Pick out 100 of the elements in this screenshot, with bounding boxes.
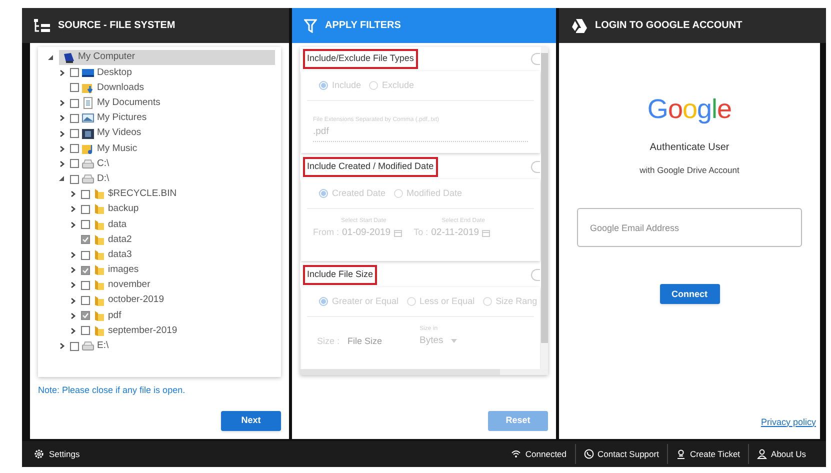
section-title: Include/Exclude File Types — [303, 49, 418, 69]
folder-icon — [93, 279, 105, 292]
auth-subheading: with Google Drive Account — [640, 164, 740, 176]
phone-icon — [584, 449, 594, 459]
tree-item[interactable]: E:\ — [82, 339, 113, 354]
toggle-switch[interactable] — [531, 269, 540, 281]
filter-icon — [304, 18, 317, 32]
checkbox[interactable] — [81, 296, 90, 306]
drive-icon — [82, 173, 94, 186]
checkbox[interactable] — [81, 250, 90, 260]
note-text: Note: Please close if any file is open. — [38, 384, 186, 397]
music-icon — [82, 142, 94, 155]
folder-icon — [93, 234, 105, 246]
video-icon — [82, 128, 94, 140]
tree-item[interactable]: november — [93, 278, 154, 293]
tree-item[interactable]: My Computer — [59, 50, 275, 65]
checkbox[interactable] — [70, 144, 79, 154]
document-icon — [82, 97, 94, 110]
checkbox[interactable] — [81, 190, 90, 199]
checkbox[interactable] — [70, 114, 79, 123]
radio-button[interactable] — [319, 81, 328, 90]
status-item[interactable]: Connected — [503, 444, 575, 464]
radio-button[interactable] — [482, 297, 492, 306]
computer-icon — [63, 52, 75, 64]
toggle-switch[interactable] — [531, 53, 540, 65]
tree-item[interactable]: Desktop — [82, 66, 136, 80]
tree-item[interactable]: My Documents — [82, 96, 164, 110]
auth-heading: Authenticate User — [650, 140, 730, 154]
radio-button[interactable] — [394, 189, 403, 198]
tree-item[interactable]: data3 — [93, 248, 136, 262]
section-title: Include Created / Modified Date — [303, 157, 438, 177]
wifi-icon — [511, 450, 522, 458]
horizontal-scrollbar[interactable] — [300, 369, 548, 375]
checkbox[interactable] — [70, 83, 79, 92]
radio-button[interactable] — [406, 297, 416, 306]
checkbox[interactable] — [81, 235, 90, 244]
panel-title: LOGIN TO GOOGLE ACCOUNT — [595, 19, 742, 33]
checkbox[interactable] — [81, 204, 90, 214]
tree-item[interactable]: D:\ — [82, 172, 114, 186]
checkbox[interactable] — [81, 266, 90, 275]
next-button[interactable]: Next — [221, 411, 281, 431]
privacy-policy-link[interactable]: Privacy policy — [760, 416, 816, 429]
folder-icon — [93, 203, 105, 216]
toggle-switch[interactable] — [531, 161, 540, 173]
checkbox[interactable] — [81, 326, 90, 336]
radio-button[interactable] — [369, 81, 378, 90]
tree-item[interactable]: Downloads — [82, 80, 148, 96]
email-field[interactable]: Google Email Address — [577, 208, 802, 248]
desktop-icon — [82, 66, 94, 79]
tree-item[interactable]: C:\ — [82, 156, 114, 172]
checkbox[interactable] — [70, 129, 79, 138]
status-item[interactable]: About Us — [748, 444, 814, 464]
folder-icon — [93, 218, 105, 231]
tree-structure-icon — [34, 18, 50, 32]
caret-icon — [451, 339, 458, 344]
status-item[interactable]: Create Ticket — [666, 444, 748, 464]
panel-title: SOURCE - FILE SYSTEM — [58, 19, 176, 33]
panel-title: APPLY FILTERS — [325, 19, 401, 33]
user-icon — [757, 449, 768, 459]
settings-icon — [34, 449, 44, 459]
folder-icon — [93, 310, 105, 322]
drive-icon — [82, 340, 94, 352]
checkbox[interactable] — [70, 342, 79, 351]
triangle-logo-icon — [571, 18, 587, 32]
download-folder-icon — [82, 82, 94, 94]
radio-button[interactable] — [319, 297, 328, 306]
tree-item[interactable]: data2 — [93, 232, 136, 247]
radio-button[interactable] — [319, 189, 328, 198]
checkbox[interactable] — [70, 98, 79, 108]
tree-item[interactable]: $RECYCLE.BIN — [93, 187, 181, 202]
folder-icon — [93, 264, 105, 276]
section-title: Include File Size — [303, 265, 378, 285]
status-item[interactable]: Contact Support — [574, 444, 667, 464]
checkbox[interactable] — [81, 280, 90, 290]
folder-icon — [93, 324, 105, 337]
settings-button[interactable]: Settings — [34, 448, 80, 460]
checkbox[interactable] — [70, 159, 79, 168]
tree-item[interactable]: My Videos — [82, 126, 146, 141]
google-logo: Google — [647, 93, 732, 126]
tree-item[interactable]: data — [93, 218, 130, 232]
folder-icon — [93, 294, 105, 307]
drive-icon — [82, 158, 94, 170]
tree-item[interactable]: images — [93, 263, 143, 278]
folder-icon — [93, 249, 105, 262]
tree-item[interactable]: october-2019 — [93, 293, 168, 308]
connect-button[interactable]: Connect — [660, 284, 720, 304]
checkbox[interactable] — [81, 311, 90, 320]
tree-item[interactable]: My Music — [82, 142, 142, 156]
tree-item[interactable]: My Pictures — [82, 111, 151, 126]
person-badge-icon — [676, 449, 686, 459]
tree-item[interactable]: pdf — [93, 308, 126, 323]
folder-icon — [93, 188, 105, 200]
checkbox[interactable] — [81, 220, 90, 230]
tree-item[interactable]: backup — [93, 202, 143, 217]
tree-item[interactable]: september-2019 — [93, 324, 182, 338]
checkbox[interactable] — [70, 68, 79, 78]
checkbox[interactable] — [70, 174, 79, 184]
expander-arrow[interactable] — [46, 52, 56, 63]
vertical-scrollbar[interactable] — [541, 47, 548, 369]
picture-icon — [82, 112, 94, 124]
